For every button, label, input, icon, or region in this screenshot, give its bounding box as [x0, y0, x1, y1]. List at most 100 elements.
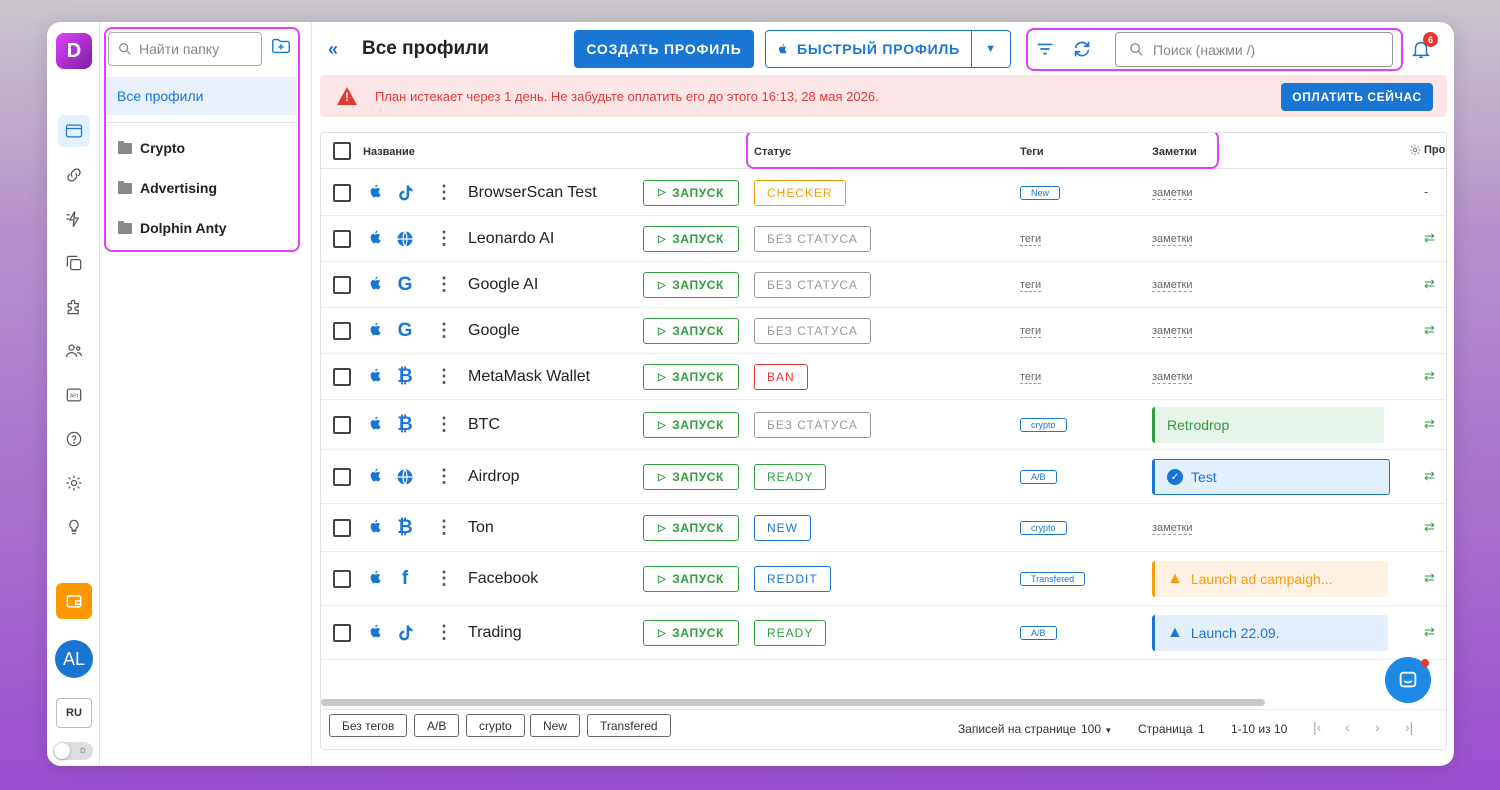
more-options-icon[interactable]: ⋮ — [435, 366, 453, 387]
row-checkbox[interactable] — [333, 519, 351, 537]
proxy-swap-icon[interactable]: ⇄ — [1424, 276, 1435, 292]
proxy-swap-icon[interactable]: ⇄ — [1424, 570, 1435, 586]
more-options-icon[interactable]: ⋮ — [435, 568, 453, 589]
next-page-icon[interactable]: › — [1375, 719, 1380, 735]
folder-item[interactable]: Crypto — [118, 140, 185, 156]
horizontal-scrollbar[interactable] — [321, 699, 1265, 706]
table-row[interactable]: ⋮ Airdrop ▷ ЗАПУСК READY A/B ✓ Test ⇄ — [321, 450, 1446, 504]
extensions-icon[interactable] — [58, 291, 90, 323]
launch-button[interactable]: ▷ ЗАПУСК — [643, 272, 739, 298]
row-checkbox[interactable] — [333, 183, 351, 202]
notes-placeholder[interactable]: заметки — [1152, 325, 1193, 338]
proxy-swap-icon[interactable]: ⇄ — [1424, 322, 1435, 338]
help-icon[interactable] — [58, 423, 90, 455]
launch-button[interactable]: ▷ ЗАПУСК — [643, 566, 739, 592]
proxy-swap-icon[interactable]: ⇄ — [1424, 468, 1435, 484]
profile-name[interactable]: Google AI — [468, 276, 538, 294]
table-row[interactable]: G ⋮ Google AI ▷ ЗАПУСК БЕЗ СТАТУСА теги заметки… — [321, 262, 1446, 308]
notes-placeholder[interactable]: заметки — [1152, 371, 1193, 384]
tags-placeholder[interactable]: теги — [1020, 279, 1042, 292]
row-checkbox[interactable] — [333, 624, 351, 642]
theme-toggle[interactable]: ☼ — [53, 742, 93, 760]
prev-page-icon[interactable]: ‹ — [1345, 719, 1350, 735]
table-row[interactable]: ₿ ⋮ Ton ▷ ЗАПУСК NEW crypto заметки ⇄ — [321, 504, 1446, 552]
table-row[interactable]: ₿ ⋮ MetaMask Wallet ▷ ЗАПУСК BAN теги заметки ⇄ — [321, 354, 1446, 400]
tag-filter-chip[interactable]: New — [530, 714, 581, 737]
launch-button[interactable]: ▷ ЗАПУСК — [643, 179, 739, 206]
tag-chip[interactable]: New — [1020, 185, 1061, 200]
tag-filter-chip[interactable]: Transfered — [587, 714, 671, 737]
folder-all-profiles[interactable]: Все профили — [106, 77, 296, 115]
api-icon[interactable]: API — [58, 379, 90, 411]
folder-item[interactable]: Advertising — [118, 180, 217, 196]
notes-placeholder[interactable]: заметки — [1152, 233, 1193, 246]
launch-button[interactable]: ▷ ЗАПУСК — [643, 464, 739, 490]
profile-name[interactable]: Trading — [468, 624, 522, 642]
launch-button[interactable]: ▷ ЗАПУСК — [643, 412, 739, 438]
profile-name[interactable]: BTC — [468, 416, 500, 434]
tag-chip[interactable]: A/B — [1020, 470, 1057, 484]
profile-name[interactable]: Facebook — [468, 570, 538, 588]
proxy-swap-icon[interactable]: ⇄ — [1424, 368, 1435, 384]
launch-button[interactable]: ▷ ЗАПУСК — [643, 620, 739, 646]
profile-search-input[interactable]: Поиск (нажми /) — [1115, 32, 1393, 67]
wallet-button[interactable] — [56, 583, 92, 619]
add-folder-button[interactable] — [270, 35, 294, 59]
settings-icon[interactable] — [58, 467, 90, 499]
profile-name[interactable]: Google — [468, 322, 520, 340]
pay-now-button[interactable]: ОПЛАТИТЬ СЕЙЧАС — [1281, 83, 1433, 111]
quick-profile-button[interactable]: БЫСТРЫЙ ПРОФИЛЬ — [766, 31, 972, 67]
profile-name[interactable]: BrowserScan Test — [468, 184, 597, 202]
status-badge[interactable]: BAN — [754, 364, 808, 390]
profile-name[interactable]: MetaMask Wallet — [468, 368, 590, 386]
copy-icon[interactable] — [58, 247, 90, 279]
more-options-icon[interactable]: ⋮ — [435, 622, 453, 643]
status-badge[interactable]: БЕЗ СТАТУСА — [754, 226, 871, 252]
status-badge[interactable]: БЕЗ СТАТУСА — [754, 318, 871, 344]
tag-filter-chip[interactable]: crypto — [466, 714, 525, 737]
table-row[interactable]: f ⋮ Facebook ▷ ЗАПУСК REDDIT Transfered ▲ Launch… — [321, 552, 1446, 606]
note-card[interactable]: ▲ Launch 22.09. — [1152, 615, 1388, 651]
browser-profiles-icon[interactable] — [58, 115, 90, 147]
row-checkbox[interactable] — [333, 276, 351, 294]
profile-name[interactable]: Leonardo AI — [468, 230, 554, 248]
users-icon[interactable] — [58, 335, 90, 367]
refresh-icon[interactable] — [1071, 38, 1093, 60]
column-name[interactable]: Название — [363, 146, 415, 158]
idea-icon[interactable] — [58, 511, 90, 543]
status-badge[interactable]: READY — [754, 620, 827, 646]
note-card[interactable]: Retrodrop — [1152, 407, 1384, 443]
per-page-select[interactable]: 100 ▼ — [1081, 722, 1112, 736]
more-options-icon[interactable]: ⋮ — [435, 517, 453, 538]
automation-icon[interactable] — [58, 203, 90, 235]
more-options-icon[interactable]: ⋮ — [435, 320, 453, 341]
select-all-checkbox[interactable] — [333, 142, 351, 160]
launch-button[interactable]: ▷ ЗАПУСК — [643, 515, 739, 541]
more-options-icon[interactable]: ⋮ — [435, 466, 453, 487]
note-card[interactable]: ▲ Launch ad campaigh... — [1152, 561, 1388, 597]
status-badge[interactable]: REDDIT — [754, 566, 831, 592]
table-row[interactable]: ⋮ Trading ▷ ЗАПУСК READY A/B ▲ Launch 22.09. ⇄ — [321, 606, 1446, 660]
link-icon[interactable] — [58, 159, 90, 191]
tag-chip[interactable]: A/B — [1020, 626, 1057, 640]
proxy-swap-icon[interactable]: ⇄ — [1424, 230, 1435, 246]
proxy-swap-icon[interactable]: ⇄ — [1424, 624, 1435, 640]
row-checkbox[interactable] — [333, 230, 351, 248]
launch-button[interactable]: ▷ ЗАПУСК — [643, 364, 739, 390]
tags-placeholder[interactable]: теги — [1020, 371, 1042, 384]
tag-filter-chip[interactable]: A/B — [414, 714, 460, 737]
tag-chip[interactable]: crypto — [1020, 418, 1067, 432]
table-row[interactable]: ₿ ⋮ BTC ▷ ЗАПУСК БЕЗ СТАТУСА crypto Retrodrop ⇄ — [321, 400, 1446, 450]
more-options-icon[interactable]: ⋮ — [435, 274, 453, 295]
create-profile-button[interactable]: СОЗДАТЬ ПРОФИЛЬ — [574, 30, 754, 68]
status-badge[interactable]: БЕЗ СТАТУСА — [754, 412, 871, 438]
row-checkbox[interactable] — [333, 416, 351, 434]
notes-placeholder[interactable]: заметки — [1152, 279, 1193, 292]
tags-placeholder[interactable]: теги — [1020, 233, 1042, 246]
row-checkbox[interactable] — [333, 368, 351, 386]
table-row[interactable]: G ⋮ Google ▷ ЗАПУСК БЕЗ СТАТУСА теги заметки ⇄ — [321, 308, 1446, 354]
tag-chip[interactable]: Transfered — [1020, 572, 1086, 586]
notes-placeholder[interactable]: заметки — [1152, 522, 1193, 535]
more-options-icon[interactable]: ⋮ — [435, 414, 453, 435]
more-options-icon[interactable]: ⋮ — [435, 228, 453, 249]
